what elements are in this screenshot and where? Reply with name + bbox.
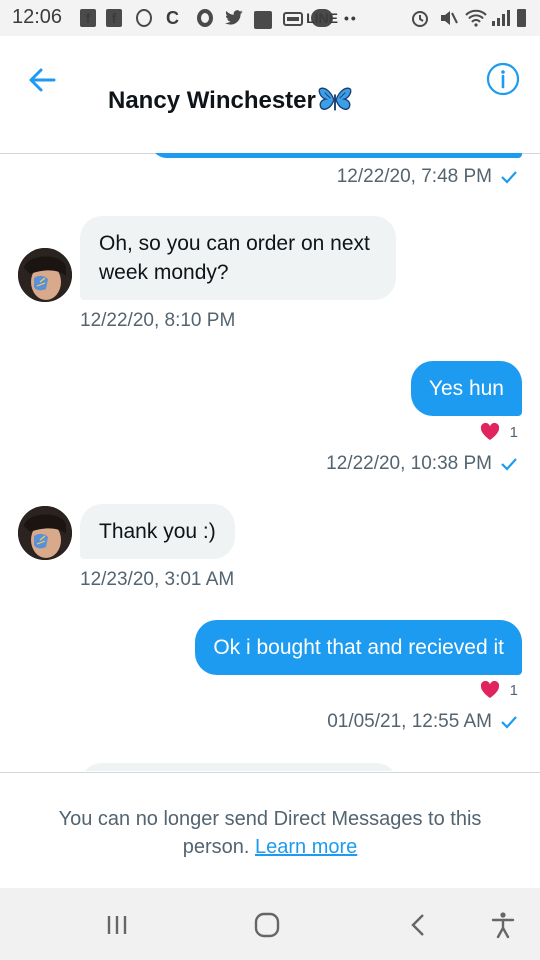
wifi-icon [464, 9, 488, 27]
accessibility-button[interactable] [488, 910, 518, 940]
facebook-icon: f [80, 9, 96, 27]
alarm-icon [410, 9, 430, 27]
butterfly-icon [318, 87, 352, 111]
outgoing-message-bubble[interactable]: Yes hun [410, 361, 522, 416]
chrome-icon [197, 9, 213, 27]
message-text: Thank you :) [99, 520, 216, 543]
message-text: Oh, so you can order on next [99, 232, 370, 255]
outgoing-message-bubble[interactable] [150, 153, 522, 158]
home-button[interactable] [252, 910, 282, 940]
accessibility-icon [491, 912, 515, 939]
amazon-icon [282, 9, 304, 27]
recent-apps-icon [107, 916, 127, 934]
system-nav-bar [0, 888, 540, 960]
avatar[interactable] [18, 506, 72, 560]
status-time: 12:06 [12, 6, 63, 28]
mute-icon [438, 9, 458, 27]
home-icon [254, 912, 280, 938]
outgoing-message-bubble[interactable]: Ok i bought that and recieved it [195, 620, 522, 675]
contact-title[interactable]: Nancy Winchester [108, 86, 352, 116]
message-timestamp: 12/22/20, 8:10 PM [80, 310, 236, 331]
message-text: Ok i bought that and recieved it [213, 636, 504, 659]
folder-icon [254, 11, 272, 29]
read-check-icon [501, 716, 517, 729]
notice-text-block: You can no longer send Direct Messages t… [30, 805, 510, 861]
twitter-icon [224, 9, 244, 27]
status-bar: 12:06 f f C LINE •• [0, 0, 540, 36]
signal-icon [490, 9, 510, 27]
dm-disabled-notice: You can no longer send Direct Messages t… [0, 772, 540, 889]
whatsapp-icon [136, 9, 152, 27]
learn-more-link[interactable]: Learn more [255, 836, 357, 858]
message-timestamp: 12/22/20, 7:48 PM [337, 166, 518, 188]
read-check-icon [501, 171, 517, 184]
message-timestamp: 12/22/20, 10:38 PM [326, 453, 518, 475]
incoming-message-bubble[interactable]: Thank you :) [80, 504, 235, 559]
line-icon: LINE [306, 9, 338, 27]
like-count: 1 [509, 681, 518, 699]
avatar-image [18, 506, 72, 560]
c-icon: C [166, 7, 179, 28]
heart-icon [480, 681, 499, 698]
battery-icon [517, 9, 526, 27]
incoming-message-bubble[interactable] [80, 763, 398, 771]
back-arrow-icon [29, 68, 56, 92]
contact-name: Nancy Winchester [108, 87, 316, 114]
nav-back-button[interactable] [404, 910, 434, 940]
avatar[interactable] [18, 248, 72, 302]
info-icon [486, 62, 520, 96]
read-check-icon [501, 458, 517, 471]
heart-icon [480, 423, 499, 440]
back-icon [411, 914, 424, 936]
avatar-image [18, 248, 72, 302]
message-timestamp: 12/23/20, 3:01 AM [80, 569, 235, 590]
like-count: 1 [509, 423, 518, 441]
like-reaction[interactable]: 1 [480, 423, 518, 441]
more-dots-icon: •• [344, 10, 358, 26]
message-text: Yes hun [428, 377, 504, 400]
incoming-message-bubble[interactable]: Oh, so you can order on next week mondy? [80, 216, 396, 300]
message-list[interactable]: 12/22/20, 7:48 PM Oh, so you can order o… [0, 153, 540, 771]
info-button[interactable] [486, 62, 520, 96]
facebook-icon: f [106, 9, 122, 27]
recent-apps-button[interactable] [102, 910, 132, 940]
message-timestamp: 01/05/21, 12:55 AM [327, 711, 518, 733]
like-reaction[interactable]: 1 [480, 681, 518, 699]
back-button[interactable] [26, 64, 58, 96]
conversation-header: Nancy Winchester [0, 36, 540, 154]
message-text: week mondy? [99, 261, 229, 284]
